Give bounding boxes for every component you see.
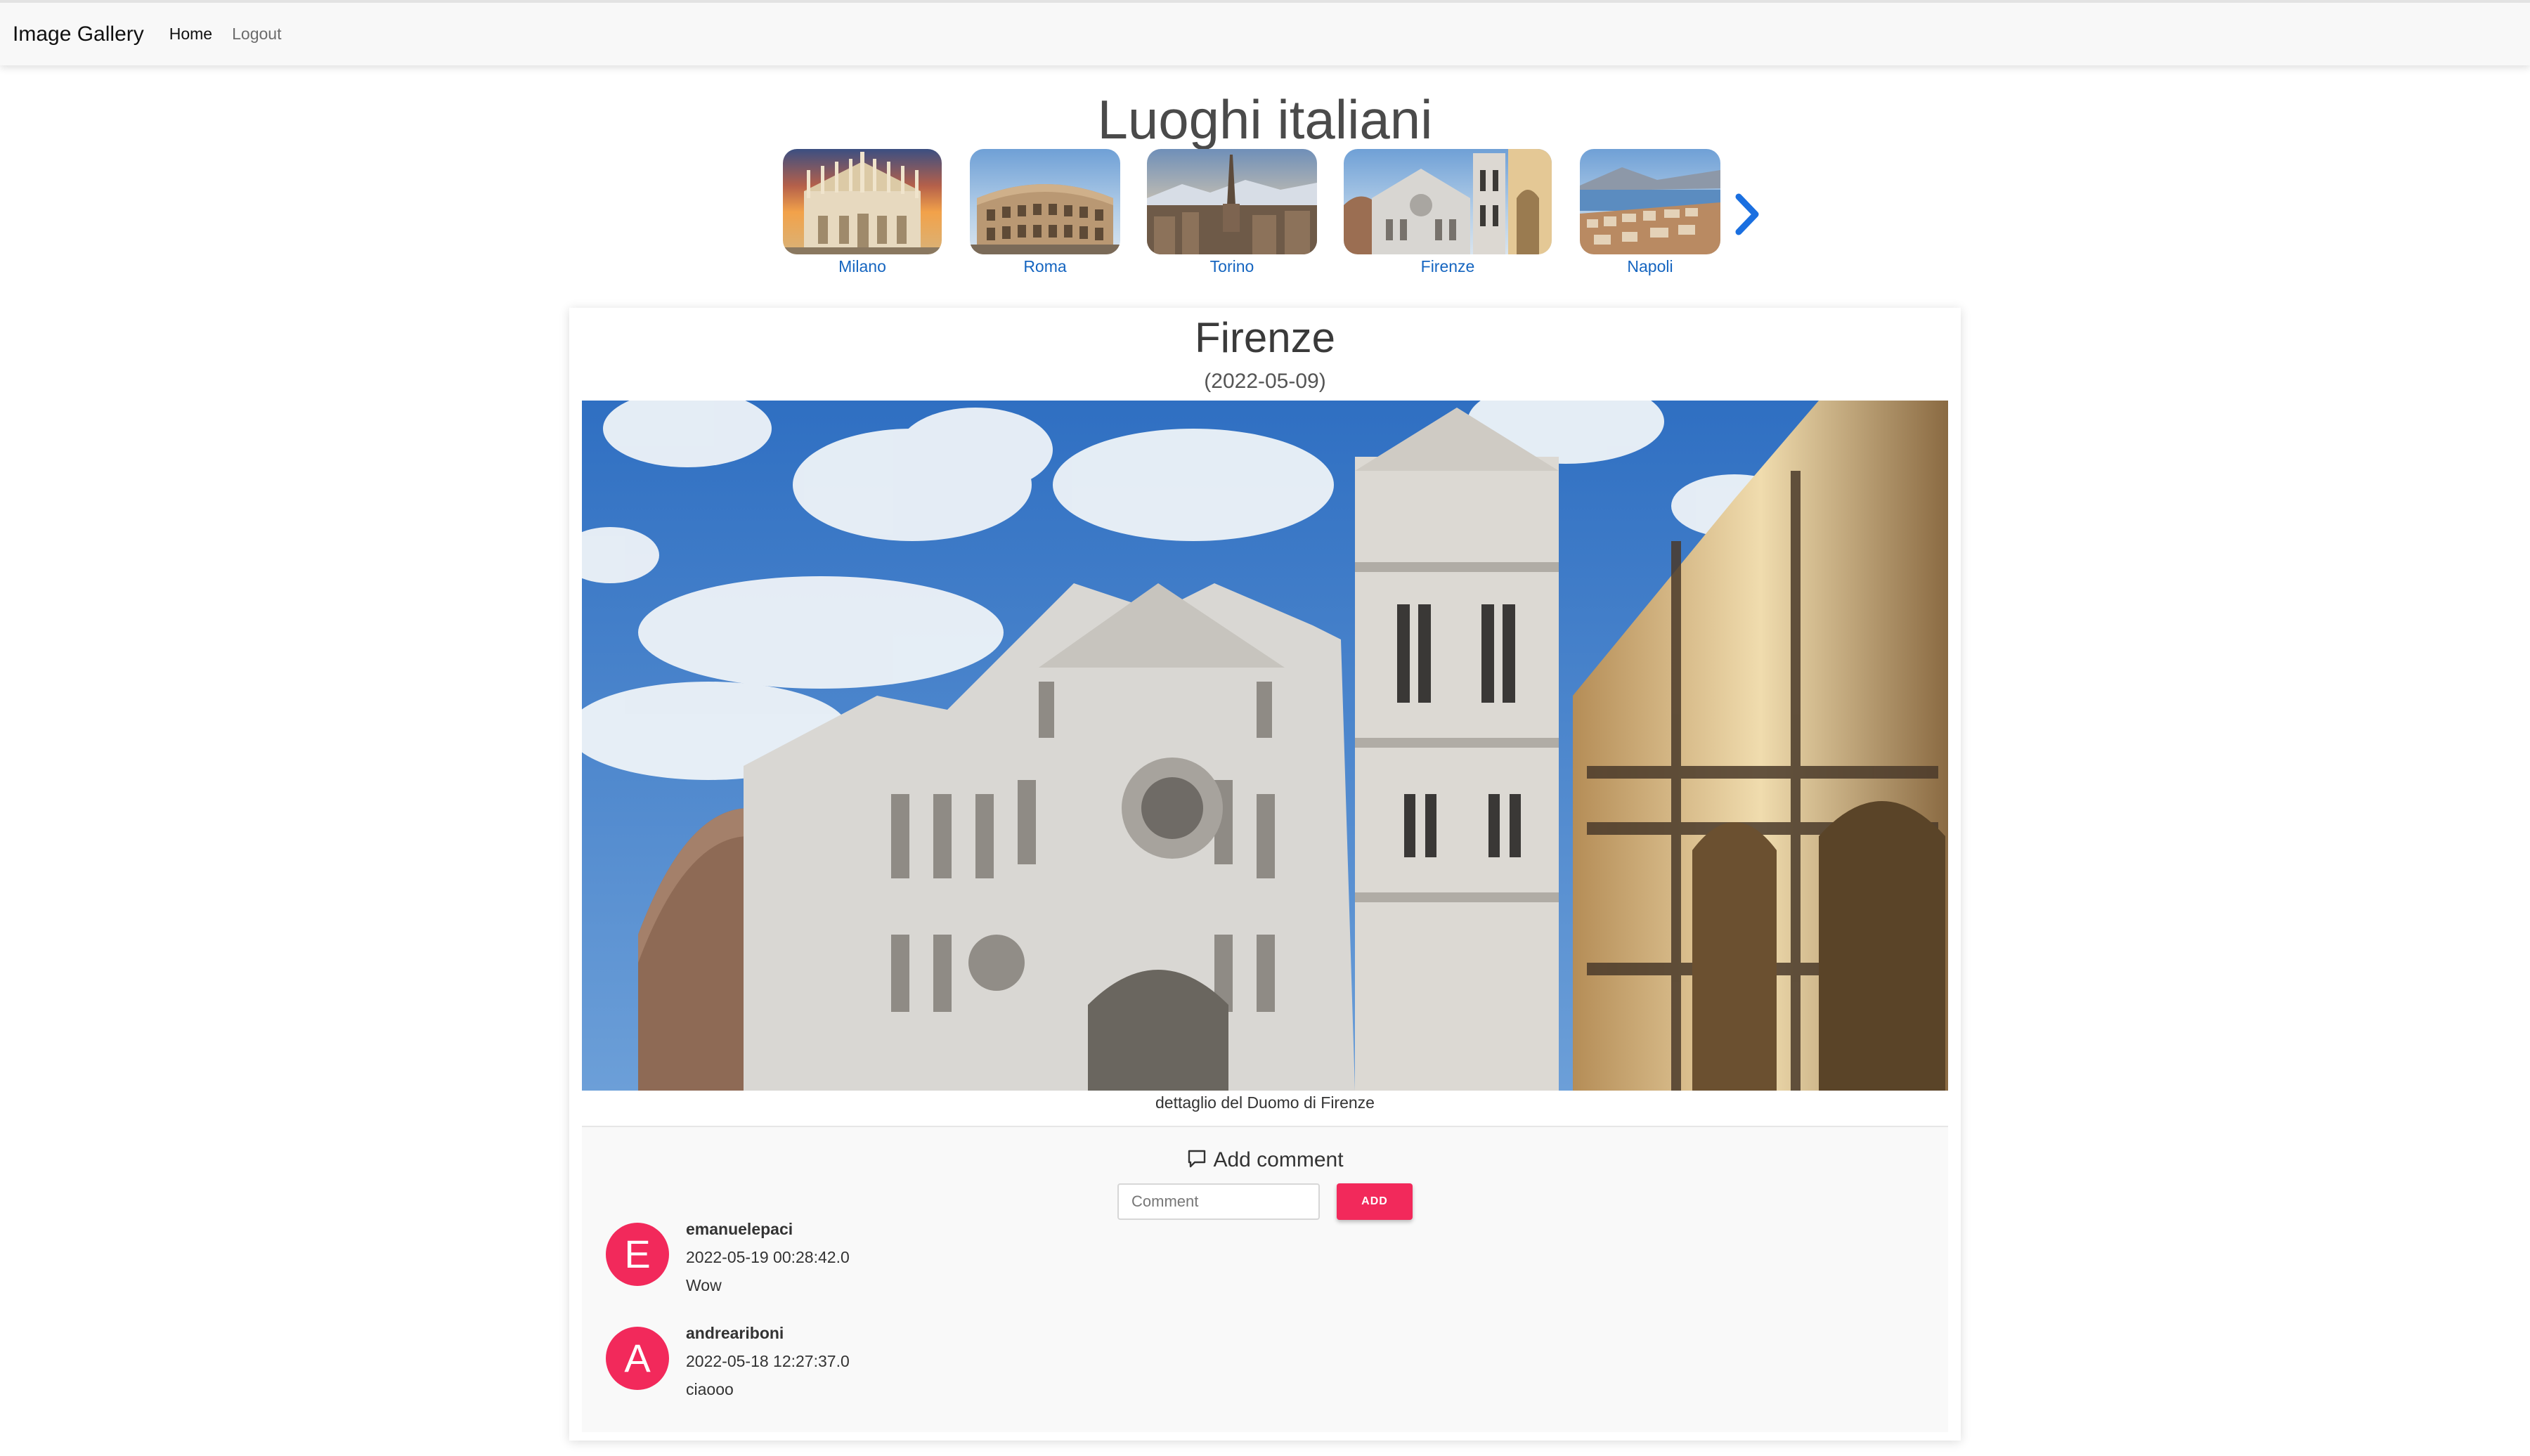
comment-date: 2022-05-19 00:28:42.0 — [686, 1248, 850, 1266]
chevron-right-icon[interactable] — [1727, 190, 1767, 239]
thumbnail-label[interactable]: Napoli — [1580, 257, 1720, 276]
photo-title: Firenze — [1194, 314, 1336, 361]
nav-home[interactable]: Home — [169, 25, 212, 44]
comment-text: ciaooo — [686, 1380, 734, 1398]
add-comment-button[interactable]: ADD — [1337, 1183, 1413, 1220]
photo-caption: dettaglio del Duomo di Firenze — [1155, 1093, 1375, 1112]
comment-icon — [1188, 1150, 1206, 1168]
navbar: Image Gallery Home Logout — [0, 0, 2530, 65]
comments-section: Add comment ADD E emanuelepaci 2022-05-1… — [582, 1126, 1948, 1432]
photo-image — [582, 401, 1948, 1091]
nav-logout[interactable]: Logout — [232, 25, 281, 44]
thumbnail-image[interactable] — [1344, 149, 1552, 254]
photo-date: (2022-05-09) — [1204, 370, 1326, 393]
thumbnail-firenze[interactable]: Firenze — [1344, 149, 1552, 276]
add-comment-heading: Add comment — [582, 1148, 1948, 1172]
thumbnail-label[interactable]: Firenze — [1344, 257, 1552, 276]
brand[interactable]: Image Gallery — [13, 22, 144, 46]
thumbnail-napoli[interactable]: Napoli — [1580, 149, 1720, 276]
thumbnail-label[interactable]: Milano — [783, 257, 942, 276]
thumbnail-milano[interactable]: Milano — [783, 149, 942, 276]
thumbnail-image[interactable] — [1580, 149, 1720, 254]
comment-user: emanuelepaci — [686, 1220, 793, 1238]
thumbnail-label[interactable]: Torino — [1147, 257, 1317, 276]
comment-text: Wow — [686, 1276, 722, 1294]
thumbnail-label[interactable]: Roma — [970, 257, 1120, 276]
thumbnail-roma[interactable]: Roma — [970, 149, 1120, 276]
photo-card: Firenze (2022-05-09) dettaglio del Duomo… — [569, 308, 1961, 1441]
thumbnail-image[interactable] — [783, 149, 942, 254]
comment-date: 2022-05-18 12:27:37.0 — [686, 1352, 850, 1370]
comment-user: andreariboni — [686, 1324, 784, 1342]
thumbnail-image[interactable] — [1147, 149, 1317, 254]
avatar: E — [606, 1223, 669, 1286]
thumbnail-image[interactable] — [970, 149, 1120, 254]
album-title: Luoghi italiani — [1097, 89, 1433, 150]
thumbnail-torino[interactable]: Torino — [1147, 149, 1317, 276]
comment-input[interactable] — [1117, 1183, 1320, 1220]
thumbnail-strip: Milano Roma Torino Firenze Napoli — [0, 149, 2530, 282]
avatar: A — [606, 1327, 669, 1390]
add-comment-label: Add comment — [1213, 1148, 1344, 1171]
